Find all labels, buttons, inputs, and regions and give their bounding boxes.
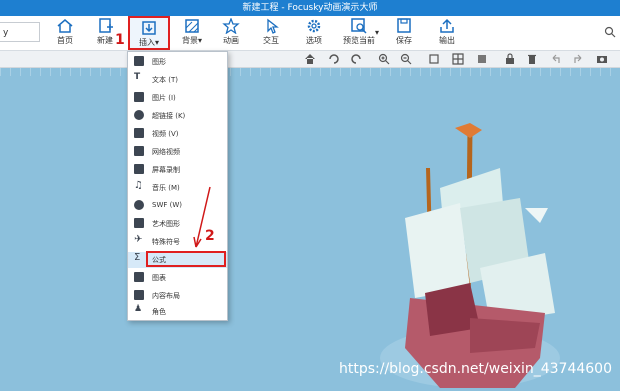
interact-button[interactable]: 交互 (252, 18, 290, 48)
ship-illustration (0, 68, 620, 391)
save-label: 保存 (396, 36, 412, 45)
rotate-right-icon[interactable] (350, 53, 362, 65)
role-icon: ♟ (134, 304, 143, 314)
ribbon-toolbar: y 首页 新建 插入▾ 背景▾ 动画 交互 选项 预览当前 ▾ 保存 输出 (0, 16, 620, 51)
menu-item-label: 屏幕录制 (152, 166, 180, 174)
menu-item-label: 角色 (152, 308, 166, 316)
animation-button[interactable]: 动画 (212, 18, 250, 48)
layout-icon (134, 290, 144, 300)
menu-item-label: SWF (W) (152, 201, 182, 209)
zoom-in-icon[interactable] (378, 53, 390, 65)
background-icon (185, 19, 199, 33)
delete-icon[interactable] (526, 53, 538, 65)
menu-item-label: 音乐 (M) (152, 184, 180, 192)
red-arrow (193, 186, 211, 248)
formula-icon: Σ (134, 252, 141, 263)
home-icon (57, 19, 73, 33)
step-1-marker: 1 (115, 32, 125, 48)
menu-item-label: 内容布局 (152, 292, 180, 300)
menu-item-label: 超链接 (K) (152, 112, 186, 120)
video-icon (134, 128, 144, 138)
interact-label: 交互 (263, 36, 279, 45)
text-icon: T (134, 72, 141, 82)
camera-icon[interactable] (596, 53, 608, 65)
menu-item-label: 图形 (152, 58, 166, 66)
save-icon (397, 18, 411, 33)
watermark: https://blog.csdn.net/weixin_43744600 (338, 361, 612, 377)
web-video-icon (134, 146, 144, 156)
menu-item-label: 特殊符号 (152, 238, 180, 246)
save-button[interactable]: 保存 (385, 18, 423, 48)
rotate-left-icon[interactable] (328, 53, 340, 65)
menu-item-role[interactable]: ♟ 角色 (128, 304, 227, 320)
redo-icon[interactable] (572, 53, 584, 65)
image-icon (134, 92, 144, 102)
art-shape-icon (134, 218, 144, 228)
export-icon (440, 18, 454, 33)
export-label: 输出 (439, 36, 455, 45)
screen-record-icon (134, 164, 144, 174)
menu-item-text[interactable]: T 文本 (T) (128, 72, 227, 88)
zoom-out-icon[interactable] (400, 53, 412, 65)
menu-item-label: 公式 (152, 256, 166, 264)
menu-item-image[interactable]: 图片 (I) (128, 90, 227, 106)
music-icon: ♫ (134, 180, 143, 191)
menu-item-label: 艺术图形 (152, 220, 180, 228)
new-file-icon (99, 18, 113, 33)
undo-icon[interactable] (550, 53, 562, 65)
menu-item-label: 文本 (T) (152, 76, 178, 84)
menu-item-label: 视频 (V) (152, 130, 179, 138)
export-button[interactable]: 输出 (428, 18, 466, 48)
chart-icon (134, 272, 144, 282)
menu-item-hyperlink[interactable]: 超链接 (K) (128, 108, 227, 124)
pointer-icon (267, 18, 279, 34)
animation-label: 动画 (223, 36, 239, 45)
home-label: 首页 (57, 36, 73, 45)
canvas-area[interactable] (0, 68, 620, 391)
home-view-icon[interactable] (304, 53, 316, 65)
layers-icon[interactable] (476, 53, 488, 65)
menu-item-label: 网络视频 (152, 148, 180, 156)
menu-item-layout[interactable]: 内容布局 (128, 288, 227, 304)
link-icon (134, 110, 144, 120)
insert-label: 插入▾ (138, 38, 159, 47)
gear-icon (307, 19, 321, 33)
menu-item-chart[interactable]: 图表 (128, 270, 227, 286)
star-icon (222, 18, 240, 34)
lock-icon[interactable] (504, 53, 516, 65)
home-button[interactable]: 首页 (46, 18, 84, 48)
align-icon[interactable] (428, 53, 440, 65)
search-icon[interactable] (604, 26, 616, 38)
menu-item-label: 图表 (152, 274, 166, 282)
insert-icon (142, 21, 156, 35)
menu-item-label: 图片 (I) (152, 94, 176, 102)
horizontal-ruler (0, 68, 620, 76)
background-label: 背景▾ (181, 36, 202, 45)
insert-button[interactable]: 插入▾ (128, 16, 170, 50)
left-text-field[interactable]: y (0, 22, 40, 42)
options-label: 选项 (306, 36, 322, 45)
canvas-toolbar (0, 51, 620, 68)
grid-icon[interactable] (452, 53, 464, 65)
window-title: 新建工程 - Focusky动画演示大师 (242, 3, 378, 13)
options-button[interactable]: 选项 (295, 18, 333, 48)
menu-item-video[interactable]: 视频 (V) (128, 126, 227, 142)
window-title-bar: 新建工程 - Focusky动画演示大师 (0, 0, 620, 16)
menu-item-shape[interactable]: 图形 (128, 54, 227, 70)
menu-item-screen-record[interactable]: 屏幕录制 (128, 162, 227, 178)
background-button[interactable]: 背景▾ (173, 18, 211, 48)
shape-icon (134, 56, 144, 66)
preview-icon (351, 18, 367, 34)
special-symbol-icon: ✈ (134, 234, 143, 245)
menu-item-web-video[interactable]: 网络视频 (128, 144, 227, 160)
swf-icon (134, 200, 144, 210)
